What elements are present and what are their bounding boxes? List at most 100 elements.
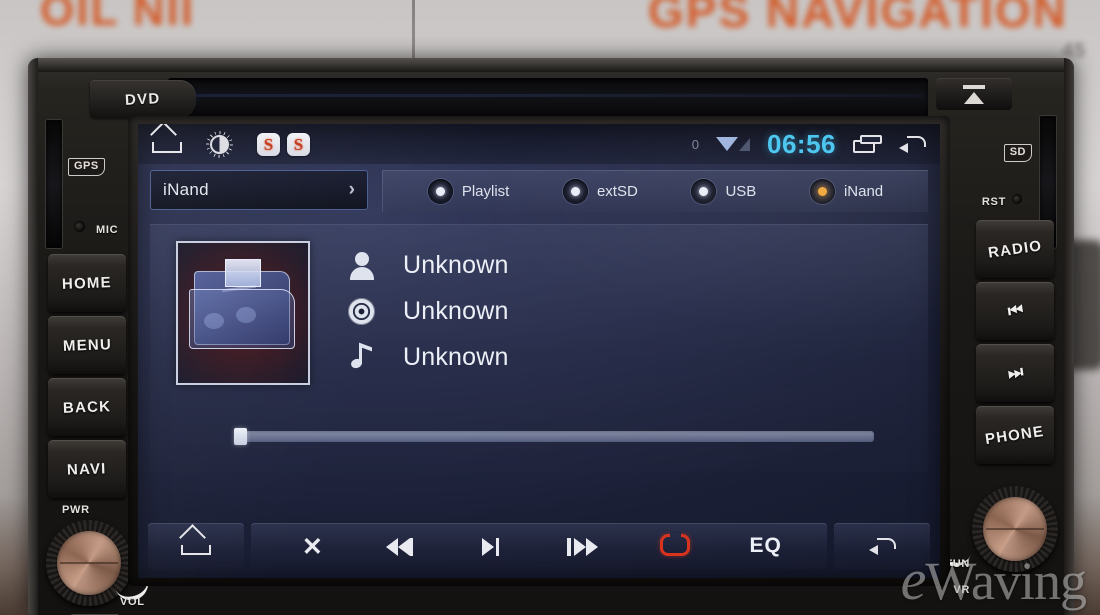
control-next-button[interactable] <box>564 534 604 560</box>
notification-s-2-label: S <box>293 134 304 154</box>
pwr-label: PWR <box>62 504 90 516</box>
gps-card-slot[interactable] <box>46 120 62 248</box>
physical-button-radio[interactable]: RADIO <box>976 220 1054 278</box>
physical-button-back-label: BACK <box>62 397 112 417</box>
physical-button-home[interactable]: HOME <box>48 254 126 312</box>
album-value: Unknown <box>403 297 509 325</box>
status-clock: 06:56 <box>767 128 836 159</box>
battery-number: 0 <box>691 136 699 152</box>
artist-value: Unknown <box>403 251 509 279</box>
shuffle-icon: ✕ <box>301 532 323 561</box>
eject-bar-icon <box>963 84 985 89</box>
notification-s-2-icon[interactable]: S <box>287 132 310 156</box>
top-row: iNand › Playlist extSD USB iNand <box>150 170 928 212</box>
title-value: Unknown <box>403 343 509 371</box>
screenshot-stage: OIL NII GPS NAVIGATION 45 DVD GPS MIC SD… <box>0 0 1100 615</box>
physical-button-menu[interactable]: MENU <box>48 316 126 374</box>
vr-label: VR <box>953 584 970 596</box>
album-art-placeholder[interactable] <box>176 241 310 385</box>
source-playlist-label: Playlist <box>461 183 510 200</box>
control-play-pause-button[interactable] <box>474 534 514 560</box>
physical-button-navi[interactable]: NAVI <box>48 440 126 498</box>
lcd-screen[interactable]: S S 0 06:56 iNand › Playlist extSD USB i… <box>138 124 940 578</box>
android-status-bar: S S 0 06:56 <box>138 124 940 164</box>
notification-s-1-icon[interactable]: S <box>257 132 280 156</box>
dvd-button[interactable]: DVD <box>90 80 196 118</box>
next-icon <box>564 534 604 560</box>
rst-label: RST <box>981 196 1006 208</box>
screen-body: iNand › Playlist extSD USB iNand Unknown… <box>138 164 940 472</box>
radio-dot-playlist <box>427 179 453 204</box>
play-pause-icon <box>474 534 514 560</box>
physical-button-back[interactable]: BACK <box>48 378 126 436</box>
disc-slot <box>168 78 928 118</box>
now-playing-panel: Unknown Unknown Unknown <box>150 224 928 472</box>
control-equalizer-button[interactable]: EQ <box>746 534 786 560</box>
home-icon <box>181 538 211 555</box>
source-inand[interactable]: iNand <box>809 179 884 204</box>
status-back-icon[interactable] <box>899 135 926 153</box>
tune-knob[interactable] <box>972 486 1058 572</box>
wall-text-left: OIL NII <box>40 0 195 35</box>
previous-icon <box>383 534 423 560</box>
metadata-row-album: Unknown <box>348 297 509 326</box>
physical-button-navi-label: NAVI <box>66 459 108 479</box>
source-extsd-label: extSD <box>596 183 638 200</box>
seek-bar[interactable] <box>234 428 874 445</box>
chassis-top-lip <box>28 58 1074 72</box>
tune-knob-body[interactable] <box>972 486 1058 572</box>
chevron-right-icon: › <box>348 179 355 200</box>
source-selector-panel: Playlist extSD USB iNand <box>382 170 928 212</box>
reset-hole[interactable] <box>1012 194 1022 204</box>
metadata-row-title: Unknown <box>348 342 509 372</box>
player-control-bar: ✕ EQ <box>138 516 940 578</box>
vol-label: VOL <box>120 596 145 608</box>
metadata-row-artist: Unknown <box>348 251 509 280</box>
physical-button-prev-track[interactable]: ⏮ <box>976 282 1054 340</box>
eject-button[interactable] <box>936 78 1012 110</box>
physical-button-menu-label: MENU <box>62 335 112 355</box>
signal-icon <box>739 138 750 151</box>
eject-triangle-icon <box>964 91 984 104</box>
path-selector[interactable]: iNand › <box>150 170 368 210</box>
home-icon[interactable] <box>152 136 182 153</box>
source-playlist[interactable]: Playlist <box>427 179 510 204</box>
notification-s-1-label: S <box>263 134 274 154</box>
volume-knob-face <box>57 531 121 595</box>
physical-button-radio-label: RADIO <box>986 236 1044 262</box>
seek-bar-track <box>234 431 874 442</box>
brightness-icon[interactable] <box>210 134 229 154</box>
transport-controls: ✕ EQ <box>251 523 827 569</box>
path-selector-value: iNand <box>163 180 209 199</box>
equalizer-label: EQ <box>749 533 782 557</box>
physical-button-phone[interactable]: PHONE <box>976 406 1054 464</box>
control-home-button[interactable] <box>148 522 244 570</box>
disc-icon <box>348 298 375 325</box>
folder-front-shape <box>189 289 295 349</box>
music-note-icon <box>348 342 375 371</box>
control-shuffle-button[interactable]: ✕ <box>292 534 332 560</box>
folder-tab-shape <box>225 259 261 287</box>
gps-slot-label: GPS <box>68 158 105 176</box>
source-usb-label: USB <box>725 183 757 200</box>
person-icon <box>348 252 375 280</box>
sd-slot-label: SD <box>1003 144 1032 162</box>
control-previous-button[interactable] <box>383 534 423 560</box>
seek-bar-thumb[interactable] <box>234 428 247 445</box>
dvd-button-label: DVD <box>124 89 162 109</box>
back-icon <box>868 538 896 555</box>
track-metadata: Unknown Unknown Unknown <box>348 241 509 372</box>
source-extsd[interactable]: extSD <box>562 179 638 204</box>
physical-button-next-track-icon: ⏭ <box>1006 362 1024 383</box>
wall-text-right: GPS NAVIGATION <box>648 0 1068 37</box>
physical-button-next-track[interactable]: ⏭ <box>976 344 1054 402</box>
repeat-icon <box>659 530 690 556</box>
wifi-icon <box>716 137 738 151</box>
source-usb[interactable]: USB <box>691 179 756 204</box>
source-inand-label: iNand <box>843 183 884 200</box>
control-repeat-button[interactable] <box>655 530 695 560</box>
chassis-left-edge <box>28 58 38 615</box>
physical-button-home-label: HOME <box>61 273 113 293</box>
control-back-button[interactable] <box>834 522 930 570</box>
recent-apps-icon[interactable] <box>853 134 882 154</box>
